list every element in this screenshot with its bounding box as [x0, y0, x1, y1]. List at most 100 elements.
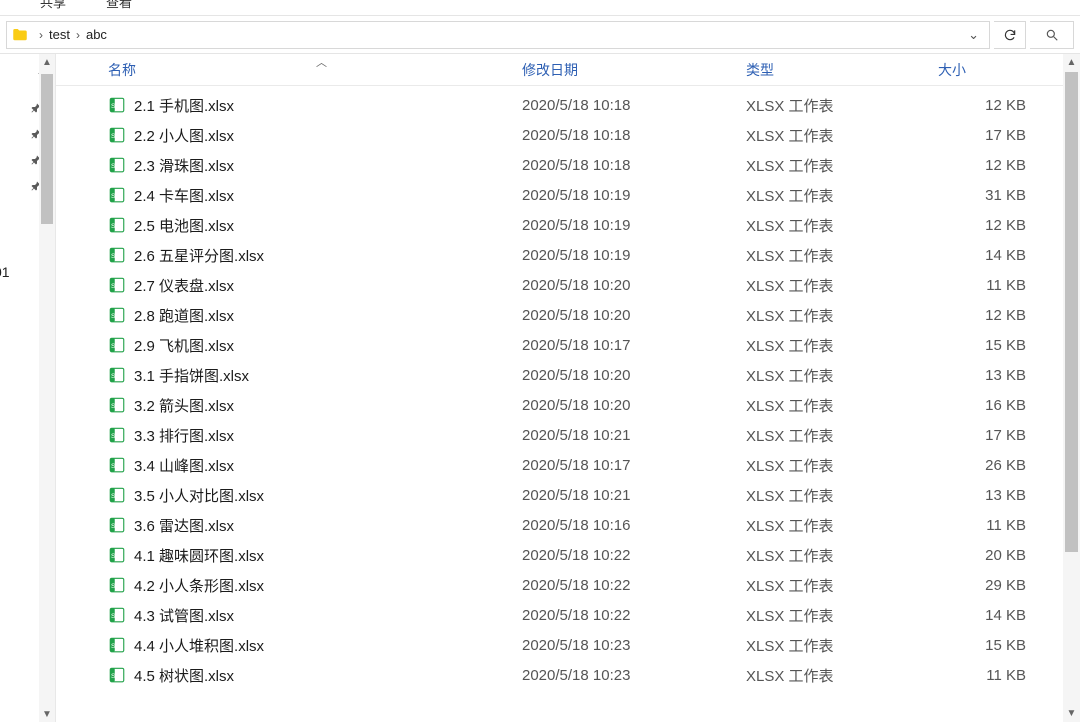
file-row[interactable]: S2.6 五星评分图.xlsx2020/5/18 10:19XLSX 工作表14…	[56, 240, 1080, 270]
xlsx-file-icon: S	[108, 546, 126, 564]
file-modified: 2020/5/18 10:18	[522, 157, 746, 174]
file-modified: 2020/5/18 10:20	[522, 277, 746, 294]
svg-text:S: S	[111, 103, 116, 110]
file-size: 11 KB	[938, 667, 1048, 684]
xlsx-file-icon: S	[108, 576, 126, 594]
scroll-up-icon[interactable]: ▲	[39, 54, 55, 70]
breadcrumb[interactable]: › test › abc ⌄	[6, 21, 990, 49]
file-modified: 2020/5/18 10:20	[522, 397, 746, 414]
file-size: 15 KB	[938, 337, 1048, 354]
file-size: 12 KB	[938, 97, 1048, 114]
column-headers: ︿ 名称 修改日期 类型 大小	[56, 54, 1080, 86]
svg-text:S: S	[111, 433, 116, 440]
file-name: 2.5 电池图.xlsx	[134, 215, 234, 236]
column-header-modified[interactable]: 修改日期	[522, 60, 746, 80]
content-scrollbar-thumb[interactable]	[1065, 72, 1078, 552]
breadcrumb-seg-test[interactable]: test	[49, 27, 70, 42]
file-row[interactable]: S2.8 跑道图.xlsx2020/5/18 10:20XLSX 工作表12 K…	[56, 300, 1080, 330]
file-name: 4.2 小人条形图.xlsx	[134, 575, 264, 596]
xlsx-file-icon: S	[108, 366, 126, 384]
nav-item-partial[interactable]: 01	[0, 264, 10, 280]
file-row[interactable]: S4.4 小人堆积图.xlsx2020/5/18 10:23XLSX 工作表15…	[56, 630, 1080, 660]
nav-scrollbar[interactable]: ▲ ▼	[39, 54, 55, 722]
file-size: 14 KB	[938, 607, 1048, 624]
file-row[interactable]: S3.2 箭头图.xlsx2020/5/18 10:20XLSX 工作表16 K…	[56, 390, 1080, 420]
file-modified: 2020/5/18 10:20	[522, 307, 746, 324]
file-modified: 2020/5/18 10:20	[522, 367, 746, 384]
ribbon-tab-share[interactable]: 共享	[40, 0, 66, 7]
file-row[interactable]: S2.9 飞机图.xlsx2020/5/18 10:17XLSX 工作表15 K…	[56, 330, 1080, 360]
file-row[interactable]: S2.7 仪表盘.xlsx2020/5/18 10:20XLSX 工作表11 K…	[56, 270, 1080, 300]
xlsx-file-icon: S	[108, 426, 126, 444]
file-size: 14 KB	[938, 247, 1048, 264]
search-box[interactable]	[1030, 21, 1074, 49]
column-header-size[interactable]: 大小	[938, 60, 1048, 80]
svg-text:S: S	[111, 403, 116, 410]
file-row[interactable]: S2.3 滑珠图.xlsx2020/5/18 10:18XLSX 工作表12 K…	[56, 150, 1080, 180]
file-size: 11 KB	[938, 277, 1048, 294]
scroll-down-icon[interactable]: ▼	[1063, 705, 1080, 722]
content-scrollbar[interactable]: ▲ ▼	[1063, 54, 1080, 722]
file-type: XLSX 工作表	[746, 485, 938, 506]
file-name: 2.4 卡车图.xlsx	[134, 185, 234, 206]
file-row[interactable]: S2.5 电池图.xlsx2020/5/18 10:19XLSX 工作表12 K…	[56, 210, 1080, 240]
file-size: 17 KB	[938, 427, 1048, 444]
file-row[interactable]: S2.4 卡车图.xlsx2020/5/18 10:19XLSX 工作表31 K…	[56, 180, 1080, 210]
file-modified: 2020/5/18 10:17	[522, 337, 746, 354]
file-row[interactable]: S3.3 排行图.xlsx2020/5/18 10:21XLSX 工作表17 K…	[56, 420, 1080, 450]
column-header-name[interactable]: 名称	[108, 60, 522, 80]
file-row[interactable]: S3.4 山峰图.xlsx2020/5/18 10:17XLSX 工作表26 K…	[56, 450, 1080, 480]
file-name: 3.4 山峰图.xlsx	[134, 455, 234, 476]
breadcrumb-dropdown-icon[interactable]: ⌄	[962, 27, 985, 43]
file-row[interactable]: S3.5 小人对比图.xlsx2020/5/18 10:21XLSX 工作表13…	[56, 480, 1080, 510]
file-name: 3.6 雷达图.xlsx	[134, 515, 234, 536]
file-name: 4.4 小人堆积图.xlsx	[134, 635, 264, 656]
file-name: 2.3 滑珠图.xlsx	[134, 155, 234, 176]
file-type: XLSX 工作表	[746, 215, 938, 236]
ribbon-tabs: 共享 查看	[0, 0, 1080, 16]
refresh-button[interactable]	[994, 21, 1026, 49]
file-size: 12 KB	[938, 217, 1048, 234]
file-row[interactable]: S3.6 雷达图.xlsx2020/5/18 10:16XLSX 工作表11 K…	[56, 510, 1080, 540]
search-icon	[1045, 28, 1059, 42]
xlsx-file-icon: S	[108, 666, 126, 684]
file-type: XLSX 工作表	[746, 425, 938, 446]
file-name: 2.6 五星评分图.xlsx	[134, 245, 264, 266]
file-name: 4.5 树状图.xlsx	[134, 665, 234, 686]
file-name: 2.1 手机图.xlsx	[134, 95, 234, 116]
sort-indicator-icon: ︿	[316, 54, 327, 70]
xlsx-file-icon: S	[108, 126, 126, 144]
svg-text:S: S	[111, 493, 116, 500]
file-row[interactable]: S4.5 树状图.xlsx2020/5/18 10:23XLSX 工作表11 K…	[56, 660, 1080, 690]
file-modified: 2020/5/18 10:23	[522, 667, 746, 684]
file-modified: 2020/5/18 10:22	[522, 547, 746, 564]
file-size: 13 KB	[938, 487, 1048, 504]
scroll-up-icon[interactable]: ▲	[1063, 54, 1080, 71]
file-name: 2.7 仪表盘.xlsx	[134, 275, 234, 296]
nav-scrollbar-thumb[interactable]	[41, 74, 53, 224]
file-row[interactable]: S4.2 小人条形图.xlsx2020/5/18 10:22XLSX 工作表29…	[56, 570, 1080, 600]
file-type: XLSX 工作表	[746, 605, 938, 626]
xlsx-file-icon: S	[108, 96, 126, 114]
file-row[interactable]: S2.1 手机图.xlsx2020/5/18 10:18XLSX 工作表12 K…	[56, 90, 1080, 120]
file-size: 29 KB	[938, 577, 1048, 594]
file-row[interactable]: S4.1 趣味圆环图.xlsx2020/5/18 10:22XLSX 工作表20…	[56, 540, 1080, 570]
file-size: 12 KB	[938, 157, 1048, 174]
scroll-down-icon[interactable]: ▼	[39, 706, 55, 722]
file-row[interactable]: S4.3 试管图.xlsx2020/5/18 10:22XLSX 工作表14 K…	[56, 600, 1080, 630]
column-header-type[interactable]: 类型	[746, 60, 938, 80]
file-size: 13 KB	[938, 367, 1048, 384]
file-size: 31 KB	[938, 187, 1048, 204]
file-name: 2.2 小人图.xlsx	[134, 125, 234, 146]
file-size: 17 KB	[938, 127, 1048, 144]
file-row[interactable]: S3.1 手指饼图.xlsx2020/5/18 10:20XLSX 工作表13 …	[56, 360, 1080, 390]
ribbon-tab-view[interactable]: 查看	[106, 0, 132, 7]
file-modified: 2020/5/18 10:23	[522, 637, 746, 654]
breadcrumb-seg-abc[interactable]: abc	[86, 27, 107, 42]
chevron-right-icon: ›	[39, 28, 43, 42]
file-list-pane: ︿ 名称 修改日期 类型 大小 S 2.1 手机图.xlsx 2020/5/18 1…	[56, 54, 1080, 722]
address-bar: › test › abc ⌄	[0, 16, 1080, 54]
xlsx-file-icon: S	[108, 516, 126, 534]
file-row[interactable]: S2.2 小人图.xlsx2020/5/18 10:18XLSX 工作表17 K…	[56, 120, 1080, 150]
file-modified: 2020/5/18 10:21	[522, 427, 746, 444]
